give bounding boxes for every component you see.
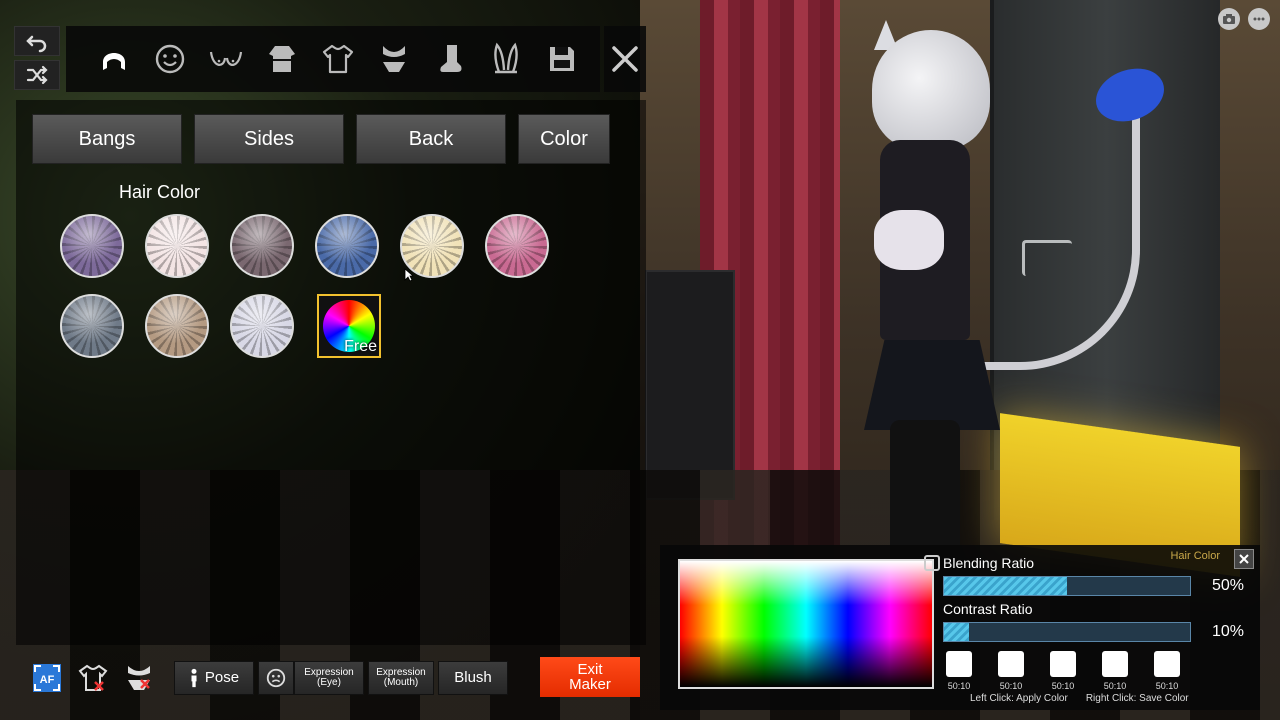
sock-icon [440, 45, 462, 72]
saved-colors-row: 50:10 50:10 50:10 50:10 50:10 [946, 651, 1180, 691]
expression-mouth-line1: Expression [376, 666, 426, 678]
camera-icon [1223, 14, 1235, 24]
bottom-toolbar: AF Pose Expression (Eye) Expression (Mou… [16, 655, 646, 700]
undo-button[interactable] [14, 26, 60, 56]
swatch-2[interactable] [230, 214, 294, 278]
character-chest [874, 210, 944, 270]
autofocus-icon: AF [33, 663, 61, 692]
toggle-clothes-button[interactable] [74, 659, 112, 697]
shuffle-icon [26, 65, 48, 85]
close-maker-button[interactable] [604, 26, 646, 92]
body-icon [209, 51, 243, 66]
free-color-swatch[interactable]: Free [317, 294, 381, 358]
randomize-button[interactable] [14, 60, 60, 90]
pose-label: Pose [204, 669, 240, 686]
exit-maker-button[interactable]: Exit Maker [540, 657, 640, 697]
toggle-underwear-button[interactable] [120, 659, 158, 697]
category-face-button[interactable] [142, 31, 198, 87]
color-picker-canvas[interactable] [678, 559, 934, 689]
hint-right-click: Right Click: Save Color [1085, 693, 1189, 704]
contrast-ratio-slider[interactable] [943, 622, 1191, 642]
hair-tabs: Bangs Sides Back Color [32, 114, 610, 164]
hair-settings-panel: Bangs Sides Back Color Hair Color Free [16, 100, 646, 645]
blending-checkbox[interactable] [924, 555, 940, 571]
category-body-button[interactable] [198, 31, 254, 87]
more-options-button[interactable] [1248, 8, 1270, 30]
saved-color-slot[interactable]: 50:10 [1154, 651, 1180, 691]
category-toolbar [66, 26, 600, 92]
pose-button[interactable]: Pose [174, 660, 254, 695]
blush-button[interactable]: Blush [438, 660, 508, 695]
color-picker-panel: Hair Color Blending Ratio 50% Contrast R… [660, 545, 1260, 710]
close-icon [1239, 554, 1249, 564]
expression-mouth-line2: (Mouth) [383, 676, 419, 688]
blending-ratio-value: 50% [1211, 577, 1244, 594]
save-icon [550, 47, 574, 71]
character-hair [872, 30, 990, 150]
hint-left-click: Left Click: Apply Color [970, 693, 1068, 704]
tab-back[interactable]: Back [356, 114, 506, 164]
blending-ratio-slider[interactable] [943, 576, 1191, 596]
exit-line1: Exit [577, 661, 603, 678]
picker-hint: Left Click: Apply Color Right Click: Save… [970, 693, 1207, 704]
swatch-7[interactable] [145, 294, 209, 358]
swatch-0[interactable] [60, 214, 124, 278]
exit-line2: Maker [569, 676, 611, 693]
blending-ratio-fill [944, 577, 1067, 595]
saved-color-slot[interactable]: 50:10 [1102, 651, 1128, 691]
category-socks-button[interactable] [422, 31, 478, 87]
blending-ratio-label: Blending Ratio [943, 555, 1035, 571]
section-title: Hair Color [119, 182, 201, 202]
picker-close-button[interactable] [1234, 549, 1254, 569]
clothes-toggle-icon [78, 664, 108, 691]
autofocus-button[interactable]: AF [28, 659, 66, 697]
category-top-button[interactable] [254, 31, 310, 87]
category-accessories-button[interactable] [478, 31, 534, 87]
swatch-1[interactable] [145, 214, 209, 278]
contrast-ratio-label: Contrast Ratio [943, 601, 1033, 617]
expression-eye-button[interactable]: Expression (Eye) [294, 660, 364, 695]
close-icon [612, 46, 638, 72]
category-hair-button[interactable] [86, 31, 142, 87]
neutral-face-icon [266, 668, 286, 687]
tab-sides[interactable]: Sides [194, 114, 344, 164]
shirt-icon [322, 44, 354, 74]
svg-text:AF: AF [40, 674, 55, 686]
underwear-icon [383, 46, 405, 72]
mini-button-group [14, 26, 60, 92]
tab-color[interactable]: Color [518, 114, 610, 164]
undo-icon [26, 35, 47, 53]
person-icon [191, 668, 197, 687]
save-character-button[interactable] [534, 31, 590, 87]
saved-color-slot[interactable]: 50:10 [998, 651, 1024, 691]
saved-color-slot[interactable]: 50:10 [946, 651, 972, 691]
bunny-ears-icon [494, 42, 518, 74]
picker-title: Hair Color [1170, 550, 1220, 562]
jacket-icon [269, 46, 295, 72]
saved-color-slot[interactable]: 50:10 [1050, 651, 1076, 691]
category-shirt-button[interactable] [310, 31, 366, 87]
category-underwear-button[interactable] [366, 31, 422, 87]
screenshot-button[interactable] [1218, 8, 1240, 30]
expression-face-button[interactable] [258, 660, 294, 695]
character-model[interactable] [860, 20, 1020, 580]
expression-mouth-button[interactable]: Expression (Mouth) [368, 660, 434, 695]
swatch-8[interactable] [230, 294, 294, 358]
character-skirt [864, 340, 1000, 430]
contrast-ratio-value: 10% [1211, 623, 1244, 640]
ellipsis-icon [1253, 17, 1265, 21]
swatch-5[interactable] [485, 214, 549, 278]
swatch-3[interactable] [315, 214, 379, 278]
hair-icon [103, 53, 125, 70]
mouse-cursor-icon [404, 268, 414, 282]
scene-cabinet [645, 270, 735, 500]
contrast-ratio-fill [944, 623, 969, 641]
tab-bangs[interactable]: Bangs [32, 114, 182, 164]
swatch-6[interactable] [60, 294, 124, 358]
face-icon [155, 44, 185, 74]
underwear-toggle-icon [128, 665, 150, 690]
free-label: Free [344, 338, 377, 355]
